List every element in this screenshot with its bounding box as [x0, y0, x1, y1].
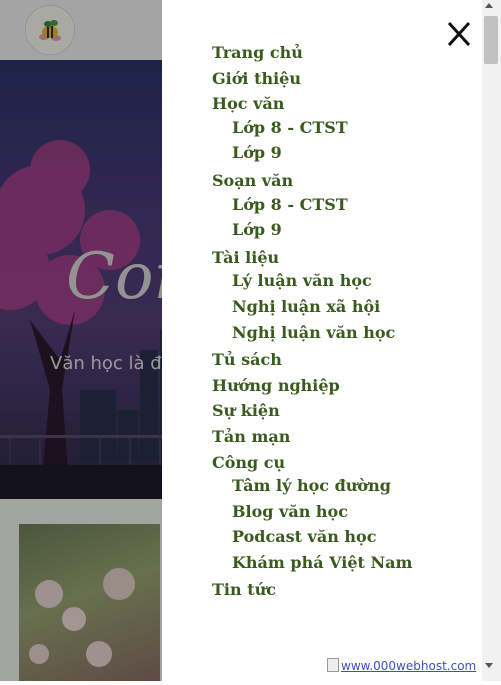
menu-subitem-hoc-van-lop-9[interactable]: Lớp 9: [212, 143, 282, 162]
menu-item-label: Nghị luận văn học: [232, 323, 396, 342]
close-menu-button[interactable]: [444, 18, 474, 50]
menu-item-label: Lớp 8 - CTST: [232, 118, 348, 137]
menu-subitem-tam-ly-hoc-duong[interactable]: Tâm lý học đường: [212, 476, 391, 495]
menu-item-tin-tuc[interactable]: Tin tức: [212, 580, 276, 599]
menu-item-label: Lớp 9: [232, 220, 282, 239]
menu-item-label: Lý luận văn học: [232, 271, 372, 290]
menu-item-tan-man[interactable]: Tản mạn: [212, 427, 290, 446]
menu-item-label: Giới thiệu: [212, 69, 301, 88]
menu-item-label: Tài liệu: [212, 248, 280, 267]
webhost-banner-link[interactable]: www.000webhost.com: [327, 658, 476, 673]
menu-item-label: Công cụ: [212, 453, 286, 472]
menu-subitem-ly-luan-van-hoc[interactable]: Lý luận văn học: [212, 271, 372, 290]
menu-item-label: Podcast văn học: [232, 527, 377, 546]
menu-item-label: Trang chủ: [212, 43, 303, 62]
menu-item-su-kien[interactable]: Sự kiện: [212, 401, 280, 420]
menu-subitem-nghi-luan-van-hoc[interactable]: Nghị luận văn học: [212, 323, 395, 342]
menu-item-hoc-van[interactable]: Học văn: [212, 94, 284, 113]
menu-subitem-hoc-van-lop-8[interactable]: Lớp 8 - CTST: [212, 118, 348, 137]
menu-subitem-nghi-luan-xa-hoi[interactable]: Nghị luận xã hội: [212, 297, 380, 316]
menu-item-label: Tủ sách: [212, 350, 282, 369]
scrollbar-thumb[interactable]: [484, 16, 498, 64]
broken-image-icon: [327, 658, 339, 672]
menu-item-label: Blog văn học: [232, 502, 348, 521]
menu-item-huong-nghiep[interactable]: Hướng nghiệp: [212, 376, 340, 395]
menu-item-soan-van[interactable]: Soạn văn: [212, 171, 293, 190]
menu-item-label: Khám phá Việt Nam: [232, 553, 413, 572]
close-icon: [447, 21, 471, 47]
menu-subitem-kham-pha-viet-nam[interactable]: Khám phá Việt Nam: [212, 553, 412, 572]
menu-item-label: Soạn văn: [212, 171, 294, 190]
menu-item-cong-cu[interactable]: Công cụ: [212, 453, 285, 472]
menu-item-label: Lớp 8 - CTST: [232, 195, 348, 214]
vertical-scrollbar[interactable]: [482, 0, 501, 681]
menu-item-label: Nghị luận xã hội: [232, 297, 381, 316]
menu-item-label: Tâm lý học đường: [232, 476, 391, 495]
menu-item-label: Hướng nghiệp: [212, 376, 340, 395]
menu-item-tu-sach[interactable]: Tủ sách: [212, 350, 282, 369]
menu-item-gioi-thieu[interactable]: Giới thiệu: [212, 69, 301, 88]
menu-item-label: Sự kiện: [212, 401, 280, 420]
menu-item-label: Lớp 9: [232, 143, 282, 162]
menu-subitem-podcast-van-hoc[interactable]: Podcast văn học: [212, 527, 376, 546]
menu-subitem-soan-van-lop-8[interactable]: Lớp 8 - CTST: [212, 195, 348, 214]
menu-item-label: Tản mạn: [212, 427, 291, 446]
scroll-down-arrow-icon[interactable]: [485, 663, 493, 668]
webhost-link-text: www.000webhost.com: [341, 659, 477, 673]
menu-subitem-soan-van-lop-9[interactable]: Lớp 9: [212, 220, 282, 239]
menu-subitem-blog-van-hoc[interactable]: Blog văn học: [212, 502, 348, 521]
scroll-up-arrow-icon[interactable]: [485, 3, 493, 8]
menu-item-tai-lieu[interactable]: Tài liệu: [212, 248, 279, 267]
menu-item-label: Học văn: [212, 94, 285, 113]
menu-item-trang-chu[interactable]: Trang chủ: [212, 43, 303, 62]
menu-item-label: Tin tức: [212, 580, 276, 599]
